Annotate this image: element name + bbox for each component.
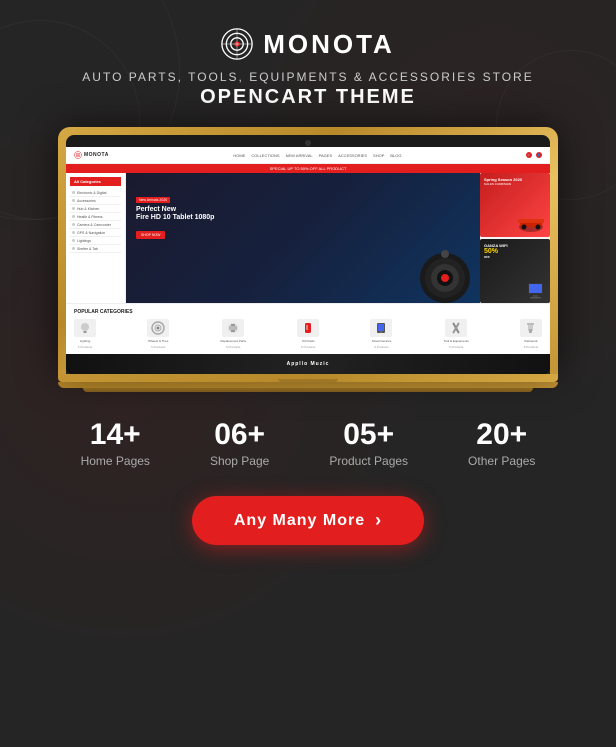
mini-cat-item-smart: Smart Devices 5 Products bbox=[370, 319, 392, 349]
mini-nav-accessories: ACCESSORIES bbox=[338, 153, 367, 158]
mini-cat-icon-wheels bbox=[147, 319, 169, 337]
theme-subtitle: OPENCART THEME bbox=[200, 86, 416, 109]
mini-cat-icon-lighting bbox=[74, 319, 96, 337]
laptop-foot bbox=[83, 388, 533, 392]
mini-hero-btn: SHOP NOW bbox=[136, 231, 165, 239]
mini-cat-item-oil: Oil Fluids 5 Products bbox=[297, 319, 319, 349]
mini-cat-item-wheels: Wheels & Tires 5 Products bbox=[147, 319, 169, 349]
mini-cat-title: POPULAR CATEGORIES bbox=[74, 309, 542, 315]
mini-cat-icon-oil bbox=[297, 319, 319, 337]
mini-cat-icon-paint bbox=[520, 319, 542, 337]
stat-label-product: Product Pages bbox=[329, 454, 408, 468]
mini-logo-icon bbox=[74, 151, 82, 159]
stat-number-product: 05+ bbox=[343, 420, 394, 450]
stat-number-shop: 06+ bbox=[214, 420, 265, 450]
stat-item-shop: 06+ Shop Page bbox=[210, 420, 269, 468]
banner2-img bbox=[523, 281, 548, 301]
tools-icon bbox=[449, 321, 463, 335]
stat-label-shop: Shop Page bbox=[210, 454, 269, 468]
stat-label-home: Home Pages bbox=[81, 454, 150, 468]
laptop-webcam bbox=[305, 140, 311, 146]
mini-cat-item-replacement: Replacement Parts 5 Products bbox=[220, 319, 246, 349]
mini-speaker-svg bbox=[415, 238, 475, 303]
mini-nav-new: NEW ARRIVAL bbox=[286, 153, 313, 158]
logo-icon bbox=[221, 28, 253, 60]
brand-tagline: AUTO PARTS, TOOLS, EQUIPMENTS & ACCESSOR… bbox=[82, 70, 533, 84]
mini-nav-collections: COLLECTIONS bbox=[251, 153, 279, 158]
mini-banner-card-1: Spring Season 2020 SALES CAMPAIGN bbox=[480, 173, 550, 237]
mini-sidebar-item: Camera & Camcorder bbox=[70, 221, 121, 229]
mini-user-icon: 👤 bbox=[536, 152, 542, 158]
mini-icons: 🛒 👤 bbox=[526, 152, 542, 158]
mini-nav-pages: PAGES bbox=[319, 153, 333, 158]
paint-icon bbox=[524, 321, 538, 335]
laptop-screen-bezel: MONOTA HOME COLLECTIONS NEW ARRIVAL PAGE… bbox=[66, 135, 550, 374]
mini-top-banner: SPECIAL UP TO 50% OFF ALL PRODUCT bbox=[66, 164, 550, 173]
stat-label-other: Other Pages bbox=[468, 454, 535, 468]
laptop-screen-outer: MONOTA HOME COLLECTIONS NEW ARRIVAL PAGE… bbox=[58, 127, 558, 374]
mini-cat-item-tools: Tool & Equipments 5 Products bbox=[444, 319, 469, 349]
mini-sidebar-item: Accessories bbox=[70, 197, 121, 205]
mini-sidebar-item: Hub & Kitchen bbox=[70, 205, 121, 213]
mini-side-banners: Spring Season 2020 SALES CAMPAIGN bbox=[480, 173, 550, 303]
screen-content: MONOTA HOME COLLECTIONS NEW ARRIVAL PAGE… bbox=[66, 147, 550, 374]
stats-section: 14+ Home Pages 06+ Shop Page 05+ Product… bbox=[0, 392, 616, 488]
cta-arrow-icon: › bbox=[375, 510, 382, 531]
mini-sidebar-item: GPS & Navigation bbox=[70, 229, 121, 237]
banner1-img bbox=[516, 213, 546, 233]
mini-cat-items: Lighting 5 Products bbox=[74, 319, 542, 349]
oil-icon bbox=[301, 321, 315, 335]
header: MONOTA AUTO PARTS, TOOLS, EQUIPMENTS & A… bbox=[0, 0, 616, 127]
mini-logo: MONOTA bbox=[74, 151, 109, 159]
mini-nav-shop: SHOP bbox=[373, 153, 384, 158]
mini-bottom-banner: Appllo Muzic bbox=[66, 354, 550, 374]
mini-cat-icon-tools bbox=[445, 319, 467, 337]
mini-sidebar-title: All Categories bbox=[70, 177, 121, 186]
stat-item-product: 05+ Product Pages bbox=[329, 420, 408, 468]
mini-nav: HOME COLLECTIONS NEW ARRIVAL PAGES ACCES… bbox=[233, 153, 401, 158]
mini-banner-card-2: GANZA WIFI 50% OFF bbox=[480, 239, 550, 303]
laptop-base bbox=[58, 374, 558, 382]
mini-categories: POPULAR CATEGORIES Lighting bbox=[66, 303, 550, 354]
smart-icon bbox=[374, 321, 388, 335]
mini-hero: New Arrivals 2020 Perfect New Fire HD 10… bbox=[126, 173, 480, 303]
mini-nav-blog: BLOG bbox=[390, 153, 401, 158]
mini-hero-tag: New Arrivals 2020 bbox=[136, 197, 170, 203]
mini-sidebar-item: Lightings bbox=[70, 237, 121, 245]
stat-item-home: 14+ Home Pages bbox=[81, 420, 150, 468]
stat-number-home: 14+ bbox=[90, 420, 141, 450]
lighting-icon bbox=[78, 322, 92, 334]
mini-header: MONOTA HOME COLLECTIONS NEW ARRIVAL PAGE… bbox=[66, 147, 550, 164]
mini-main: All Categories Electronic & Digital Acce… bbox=[66, 173, 550, 303]
cta-section: Any Many More › bbox=[192, 488, 424, 545]
mini-cat-item-lighting: Lighting 5 Products bbox=[74, 319, 96, 349]
brand-name: MONOTA bbox=[263, 29, 395, 60]
mini-sidebar-item: Shelter & Tab bbox=[70, 245, 121, 253]
cta-button[interactable]: Any Many More › bbox=[192, 496, 424, 545]
mini-sidebar-item: Electronic & Digital bbox=[70, 189, 121, 197]
mini-cart-icon: 🛒 bbox=[526, 152, 532, 158]
mini-cat-item-paint: Paintwork 5 Products bbox=[520, 319, 542, 349]
laptop-mockup: MONOTA HOME COLLECTIONS NEW ARRIVAL PAGE… bbox=[58, 127, 558, 392]
mini-bottom-text: Appllo Muzic bbox=[287, 361, 330, 367]
mini-cat-icon-replacement bbox=[222, 319, 244, 337]
mini-logo-text: MONOTA bbox=[84, 152, 109, 158]
mini-hero-text: New Arrivals 2020 Perfect New Fire HD 10… bbox=[136, 188, 214, 241]
mini-hero-title-line2: Fire HD 10 Tablet 1080p bbox=[136, 214, 214, 222]
mini-cat-icon-smart bbox=[370, 319, 392, 337]
mini-hero-title-line1: Perfect New bbox=[136, 206, 214, 214]
wheels-icon bbox=[151, 321, 165, 335]
cta-label: Any Many More bbox=[234, 512, 365, 530]
mini-sidebar: All Categories Electronic & Digital Acce… bbox=[66, 173, 126, 303]
stat-number-other: 20+ bbox=[476, 420, 527, 450]
mini-nav-home: HOME bbox=[233, 153, 245, 158]
logo-row: MONOTA bbox=[221, 28, 395, 60]
replacement-icon bbox=[226, 321, 240, 335]
stat-item-other: 20+ Other Pages bbox=[468, 420, 535, 468]
mini-sidebar-item: Health & Fitness bbox=[70, 213, 121, 221]
